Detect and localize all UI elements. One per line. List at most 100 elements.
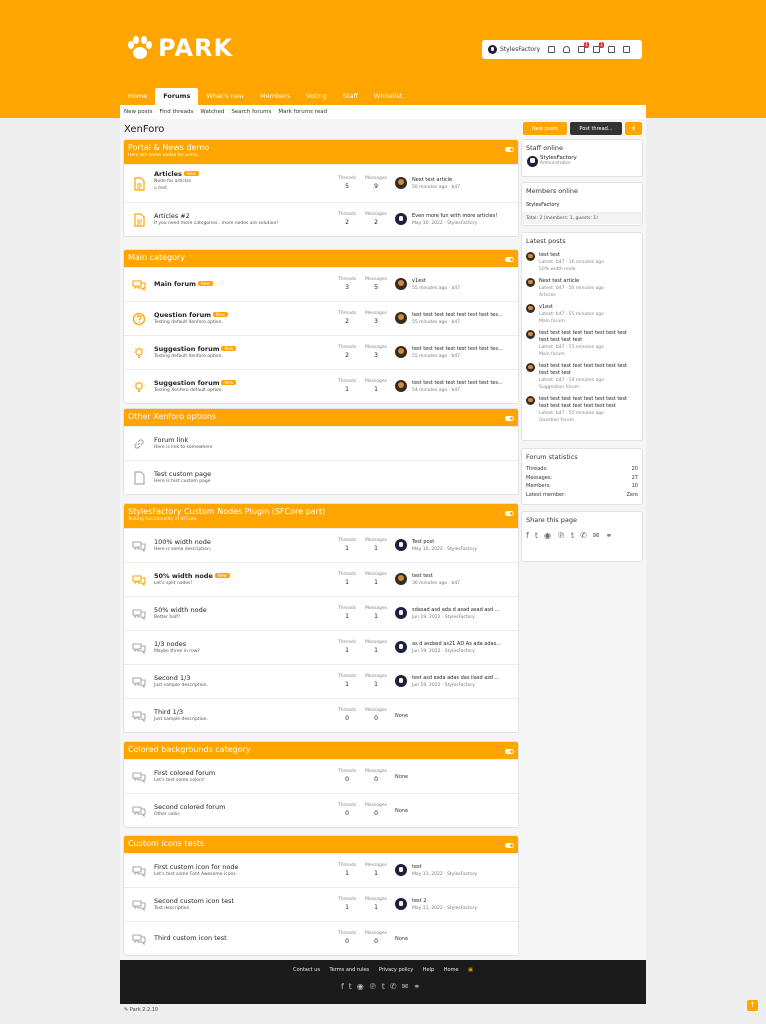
footer-link[interactable]: Home: [444, 967, 459, 973]
forum-node[interactable]: Third custom icon test Threads 0 Messages 0 N…: [124, 921, 518, 955]
footer-link[interactable]: Privacy policy: [379, 967, 413, 973]
latest-post-forum[interactable]: 50% width node: [539, 266, 638, 273]
whatsapp-icon[interactable]: ✆: [390, 982, 402, 991]
forum-node[interactable]: 50% width node New Let's split nodes! Threa…: [124, 562, 518, 596]
latest-post-forum[interactable]: Question forum: [539, 417, 638, 424]
twitter-icon[interactable]: t: [349, 982, 357, 991]
latest-post-item[interactable]: test test test test test test test test …: [526, 330, 638, 358]
subnav-find-threads[interactable]: Find threads: [160, 109, 194, 115]
forum-node[interactable]: Second 1/3 Just sample description. Thread…: [124, 664, 518, 698]
category-header[interactable]: Colored backgrounds category: [124, 742, 518, 759]
forum-node[interactable]: Second custom icon test Test description.…: [124, 887, 518, 921]
last-post[interactable]: v1est 55 minutes ago · b47: [395, 278, 513, 294]
collapse-toggle[interactable]: [505, 416, 514, 421]
node-title[interactable]: Forum link: [154, 436, 188, 444]
node-title[interactable]: Second custom icon test: [154, 897, 234, 905]
node-title[interactable]: Suggestion forum New: [154, 345, 237, 353]
latest-post-item[interactable]: test test test test test test test test …: [526, 396, 638, 424]
last-post[interactable]: Even more fun with more articles! May 10,…: [395, 213, 513, 229]
footer-link[interactable]: Terms and rules: [330, 967, 370, 973]
last-post-title[interactable]: test 2: [412, 898, 510, 904]
last-post[interactable]: test asd asda adas das ilasd asd ... Jun …: [395, 675, 513, 691]
whatsapp-icon[interactable]: ✆: [580, 531, 587, 540]
bell-icon[interactable]: [563, 46, 571, 53]
twitter-icon[interactable]: t: [535, 531, 538, 540]
node-title[interactable]: Second 1/3: [154, 674, 190, 682]
latest-post-title[interactable]: test test test test test test test test …: [539, 396, 638, 410]
forum-node[interactable]: Articles New Node for articles ⌂ test Thread…: [124, 164, 518, 202]
subnav-new-posts[interactable]: New posts: [124, 109, 153, 115]
node-title[interactable]: Third custom icon test: [154, 934, 227, 942]
tab-members[interactable]: Members: [252, 88, 298, 105]
last-post-title[interactable]: Next test article: [412, 177, 510, 183]
node-title[interactable]: Third 1/3: [154, 708, 183, 716]
node-title[interactable]: First custom icon for node: [154, 863, 239, 871]
reddit-icon[interactable]: ◉: [544, 531, 551, 540]
tumblr-icon[interactable]: t: [382, 982, 390, 991]
last-post[interactable]: test 2 May 11, 2022 · StylesFactory: [395, 898, 513, 914]
facebook-icon[interactable]: f: [341, 982, 349, 991]
latest-post-title[interactable]: test test test test test test test test …: [539, 363, 638, 377]
forum-node[interactable]: Forum link Here is link to somewhere: [124, 426, 518, 460]
subnav-mark-read[interactable]: Mark forums read: [278, 109, 327, 115]
tab-whats-new[interactable]: What's new: [198, 88, 252, 105]
tab-voting[interactable]: Voting: [298, 88, 335, 105]
last-post[interactable]: test test test test test test test tes..…: [395, 312, 513, 328]
last-post[interactable]: as d asdasd as21 AD As ada adas... Jun 19…: [395, 641, 513, 657]
latest-post-item[interactable]: Next test article Latest: b47 · 50 minute…: [526, 278, 638, 299]
last-post-title[interactable]: Even more fun with more articles!: [412, 213, 510, 219]
last-post[interactable]: sdasad asd ada d asad asad asd ... Jun 19…: [395, 607, 513, 623]
category-header[interactable]: StylesFactory Custom Nodes Plugin (SFCor…: [124, 504, 518, 528]
site-logo[interactable]: PARK: [125, 33, 233, 63]
latest-post-forum[interactable]: Main forum: [539, 351, 638, 358]
latest-post-title[interactable]: test test: [539, 252, 638, 259]
latest-post-item[interactable]: v1est Latest: b47 · 55 minutes ago Main fo…: [526, 304, 638, 325]
sub-forum-link[interactable]: ⌂ test: [154, 186, 167, 191]
forum-node[interactable]: Main forum New Threads 3 Messages 5 v1est 55 mi…: [124, 267, 518, 301]
forum-node[interactable]: 50% width node Better half? Threads 1 Messag…: [124, 596, 518, 630]
alerts-icon[interactable]: 1: [593, 42, 605, 53]
forum-node[interactable]: Articles #2 If you need more categories..…: [124, 202, 518, 236]
pinterest-icon[interactable]: ℗: [369, 982, 382, 991]
latest-post-forum[interactable]: Articles: [539, 292, 638, 299]
subnav-search-forums[interactable]: Search forums: [231, 109, 271, 115]
category-header[interactable]: Custom icons tests: [124, 836, 518, 853]
settings-button[interactable]: ⚙: [625, 122, 642, 135]
collapse-toggle[interactable]: [505, 749, 514, 754]
last-post[interactable]: Next test article 50 minutes ago · b47: [395, 177, 513, 193]
latest-post-forum[interactable]: Main forum: [539, 318, 638, 325]
latest-post-title[interactable]: v1est: [539, 304, 638, 311]
node-title[interactable]: Suggestion forum New: [154, 379, 237, 387]
pinterest-icon[interactable]: ℗: [557, 531, 565, 540]
tab-home[interactable]: Home: [120, 88, 155, 105]
email-icon[interactable]: ✉: [593, 531, 600, 540]
last-post-title[interactable]: test: [412, 864, 510, 870]
subnav-watched[interactable]: Watched: [200, 109, 224, 115]
forum-node[interactable]: Second colored forum Other color. Threads 0…: [124, 793, 518, 827]
last-post-title[interactable]: test test test test test test test tes..…: [412, 346, 510, 352]
latest-post-forum[interactable]: Suggestion forum: [539, 384, 638, 391]
last-post-title[interactable]: test test: [412, 573, 510, 579]
tab-whitelist[interactable]: Whitelist: [366, 88, 410, 105]
collapse-toggle[interactable]: [505, 511, 514, 516]
latest-post-title[interactable]: test test test test test test test test …: [539, 330, 638, 344]
node-title[interactable]: 50% width node: [154, 606, 207, 614]
back-to-top-button[interactable]: ↑: [747, 1000, 758, 1011]
forum-node[interactable]: Third 1/3 Just sample description. Threads…: [124, 698, 518, 732]
node-title[interactable]: Second colored forum: [154, 803, 225, 811]
style-chooser-icon[interactable]: [623, 46, 631, 53]
conversations-icon[interactable]: 1: [578, 42, 590, 53]
forum-node[interactable]: 100% width node Here is some description.…: [124, 528, 518, 562]
node-title[interactable]: Articles #2: [154, 212, 190, 220]
node-title[interactable]: Main forum New: [154, 280, 213, 288]
last-post[interactable]: Test post May 10, 2022 · StylesFactory: [395, 539, 513, 555]
tab-staff[interactable]: Staff: [335, 88, 366, 105]
latest-post-item[interactable]: test test Latest: b47 · 36 minutes ago 50%…: [526, 252, 638, 273]
last-post[interactable]: test test test test test test test tes..…: [395, 346, 513, 362]
forum-node[interactable]: 1/3 nodes Maybe three in row? Threads 1 Mess…: [124, 630, 518, 664]
last-post-title[interactable]: Test post: [412, 539, 510, 545]
category-header[interactable]: Other Xenforo options: [124, 409, 518, 426]
last-post-title[interactable]: test test test test test test test tes..…: [412, 380, 510, 386]
last-post-title[interactable]: test test test test test test test tes..…: [412, 312, 510, 318]
footer-link[interactable]: Help: [423, 967, 434, 973]
